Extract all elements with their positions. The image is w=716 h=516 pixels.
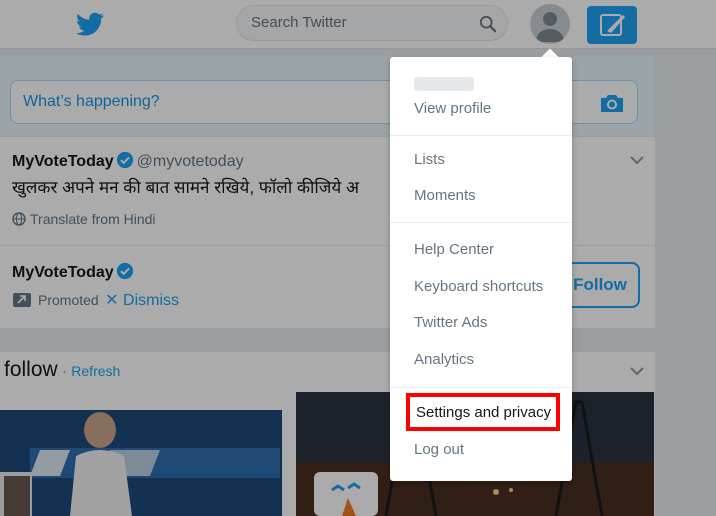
menu-divider xyxy=(390,222,572,223)
menu-divider xyxy=(390,387,572,388)
menu-item-settings-privacy[interactable]: Settings and privacy xyxy=(406,393,560,431)
menu-item-twitter-ads[interactable]: Twitter Ads xyxy=(414,314,487,331)
menu-item-help-center[interactable]: Help Center xyxy=(414,241,494,258)
menu-item-lists[interactable]: Lists xyxy=(414,151,445,168)
menu-divider xyxy=(390,135,572,136)
menu-item-log-out[interactable]: Log out xyxy=(414,441,464,458)
modal-dim-overlay[interactable] xyxy=(0,0,716,516)
menu-item-view-profile[interactable]: View profile xyxy=(414,100,491,117)
menu-item-moments[interactable]: Moments xyxy=(414,187,476,204)
redacted-user-name xyxy=(414,77,474,91)
settings-privacy-label: Settings and privacy xyxy=(416,404,552,421)
menu-item-analytics[interactable]: Analytics xyxy=(414,351,474,368)
menu-item-keyboard-shortcuts[interactable]: Keyboard shortcuts xyxy=(414,278,543,295)
